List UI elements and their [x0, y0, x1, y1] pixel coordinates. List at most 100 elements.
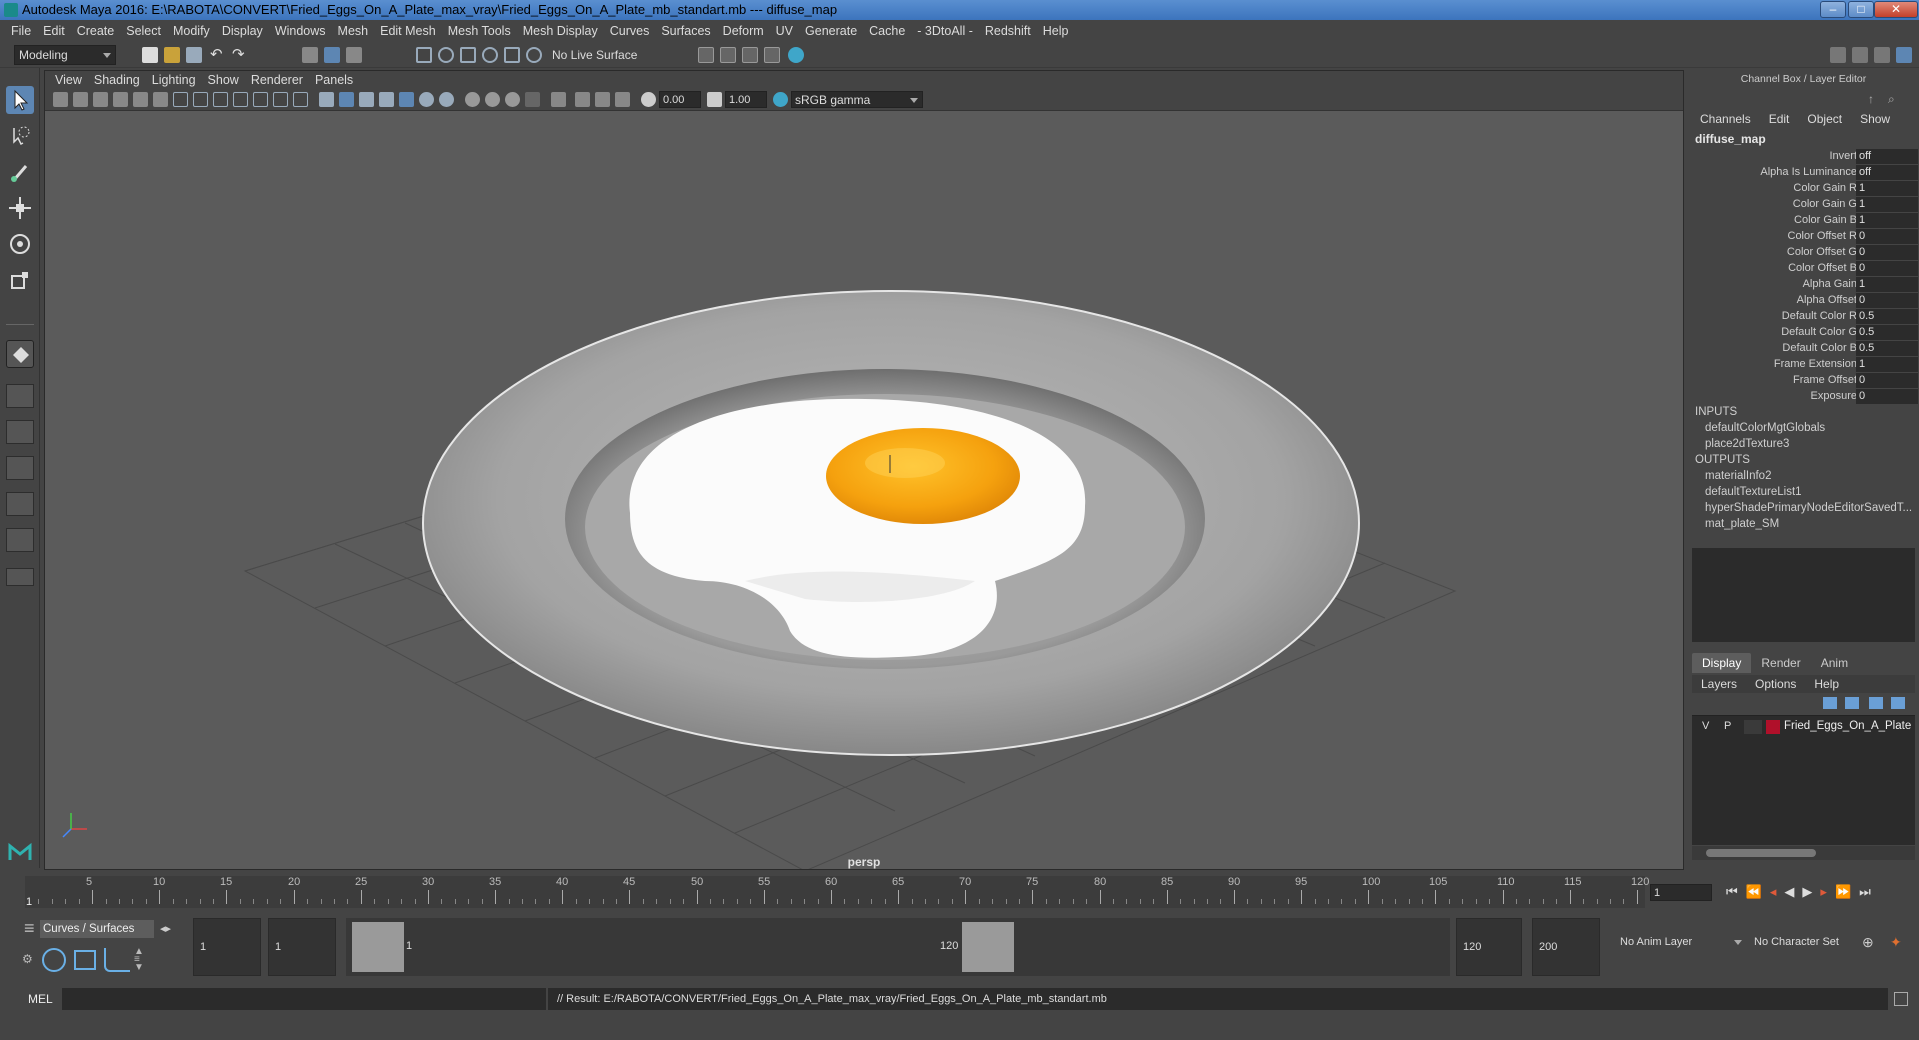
redo-icon[interactable]: ↷	[232, 47, 248, 63]
layer-playback-toggle[interactable]: P	[1724, 720, 1731, 732]
new-layer-selected-icon[interactable]	[1891, 697, 1905, 709]
filter-icon[interactable]: ↑	[1868, 92, 1882, 106]
input-node[interactable]: place2dTexture3	[1705, 438, 1789, 450]
xray-joints-icon[interactable]	[575, 92, 590, 107]
time-slider[interactable]: 5 10 15 20 25 30 35 40 45 50 55 60 65 70 75 80 85 90 95 100…	[0, 872, 1919, 914]
vp-menu-renderer[interactable]: Renderer	[251, 73, 315, 87]
color-space-dropdown[interactable]: sRGB gamma	[791, 91, 923, 108]
menu-display[interactable]: Display	[219, 24, 272, 38]
vp-menu-panels[interactable]: Panels	[315, 73, 365, 87]
le-menu-options[interactable]: Options	[1746, 675, 1805, 693]
exposure-field[interactable]: 0.00	[659, 91, 701, 108]
attr-row[interactable]: Color Gain B1	[1688, 213, 1919, 229]
layout-two-side-icon[interactable]	[6, 456, 34, 480]
attr-row[interactable]: Color Gain G1	[1688, 197, 1919, 213]
snap-curve-icon[interactable]	[438, 47, 454, 63]
node-name[interactable]: diffuse_map	[1695, 132, 1766, 146]
menu-edit-mesh[interactable]: Edit Mesh	[377, 24, 445, 38]
input-node[interactable]: defaultColorMgtGlobals	[1705, 422, 1825, 434]
menu-uv[interactable]: UV	[773, 24, 802, 38]
attr-row[interactable]: Color Offset G0	[1688, 245, 1919, 261]
isolate-select-icon[interactable]	[551, 92, 566, 107]
curve-tool-icon[interactable]	[104, 948, 130, 972]
attr-row[interactable]: Alpha Gain 1	[1688, 277, 1919, 293]
range-start-handle[interactable]	[352, 922, 404, 972]
menu-create[interactable]: Create	[74, 24, 124, 38]
output-node[interactable]: hyperShadePrimaryNodeEditorSavedT...	[1705, 502, 1912, 514]
depth-of-field-icon[interactable]	[525, 92, 540, 107]
attr-row[interactable]: Color Offset B0	[1688, 261, 1919, 277]
menu-set-dropdown[interactable]: Modeling	[14, 45, 116, 65]
attr-row[interactable]: Color Gain R1	[1688, 181, 1919, 197]
use-all-lights-icon[interactable]	[419, 92, 434, 107]
snap-live-icon[interactable]	[504, 47, 520, 63]
menu-3dtoall[interactable]: - 3DtoAll -	[914, 24, 982, 38]
attr-value[interactable]: 0.5	[1856, 309, 1918, 324]
hypershade-icon[interactable]	[788, 47, 804, 63]
camera-select-icon[interactable]	[53, 92, 68, 107]
open-scene-icon[interactable]	[164, 47, 180, 63]
rotate-tool-icon[interactable]	[6, 230, 34, 258]
select-component-icon[interactable]	[346, 47, 362, 63]
bookmark-icon[interactable]	[93, 92, 108, 107]
select-tool-icon[interactable]	[6, 86, 34, 114]
new-layer-icon[interactable]	[1869, 697, 1883, 709]
anim-layer-dropdown[interactable]: No Anim Layer	[1620, 936, 1730, 948]
attr-row[interactable]: Frame Extension 1	[1688, 357, 1919, 373]
menu-edit[interactable]: Edit	[40, 24, 74, 38]
chevron-down-icon[interactable]	[1734, 940, 1742, 945]
wireframe-icon[interactable]	[319, 92, 334, 107]
lasso-tool-icon[interactable]	[6, 122, 34, 150]
shadows-icon[interactable]	[439, 92, 454, 107]
grease-pencil-icon[interactable]	[153, 92, 168, 107]
attr-row[interactable]: Color Offset R0	[1688, 229, 1919, 245]
tool-settings-icon[interactable]	[1874, 47, 1890, 63]
menu-mesh-tools[interactable]: Mesh Tools	[445, 24, 520, 38]
auto-key-icon[interactable]: ⊕	[1862, 934, 1874, 951]
menu-icon[interactable]: ≡	[24, 919, 35, 937]
play-forward-icon[interactable]: ▶	[1802, 884, 1812, 902]
range-slider-track[interactable]: 1 120	[346, 918, 1450, 976]
attr-value[interactable]: 1	[1856, 213, 1918, 228]
vp-menu-view[interactable]: View	[55, 73, 94, 87]
camera-attributes-icon[interactable]	[73, 92, 88, 107]
attr-row[interactable]: Default Color R 0.5	[1688, 309, 1919, 325]
menu-curves[interactable]: Curves	[607, 24, 659, 38]
cb-menu-edit[interactable]: Edit	[1757, 112, 1796, 130]
anti-aliasing-icon[interactable]	[505, 92, 520, 107]
xray-active-icon[interactable]	[595, 92, 610, 107]
render-view-icon[interactable]	[698, 47, 714, 63]
time-ruler[interactable]: 5 10 15 20 25 30 35 40 45 50 55 60 65 70 75 80 85 90 95 100…	[25, 876, 1649, 908]
select-object-icon[interactable]	[324, 47, 340, 63]
render-frame-icon[interactable]	[720, 47, 736, 63]
attr-value[interactable]: 0.5	[1856, 341, 1918, 356]
play-backward-icon[interactable]: ◀	[1784, 884, 1794, 902]
textured-icon[interactable]	[399, 92, 414, 107]
menu-surfaces[interactable]: Surfaces	[658, 24, 719, 38]
wireframe-on-shaded-icon[interactable]	[359, 92, 374, 107]
le-menu-help[interactable]: Help	[1805, 675, 1848, 693]
motion-blur-icon[interactable]	[485, 92, 500, 107]
gamma-field[interactable]: 1.00	[725, 91, 767, 108]
animation-start-field[interactable]: 1	[193, 918, 261, 976]
xray-icon[interactable]	[379, 92, 394, 107]
modeling-toolkit-icon[interactable]	[1830, 47, 1846, 63]
minimize-button[interactable]: –	[1820, 1, 1846, 18]
character-set-dropdown[interactable]: No Character Set	[1754, 936, 1864, 948]
layer-visibility-toggle[interactable]: V	[1702, 720, 1709, 732]
snap-point-icon[interactable]	[460, 47, 476, 63]
attr-value[interactable]: 0	[1856, 245, 1918, 260]
nurbs-circle-icon[interactable]	[42, 948, 66, 972]
command-input[interactable]	[62, 988, 546, 1010]
menu-select[interactable]: Select	[123, 24, 170, 38]
select-hierarchy-icon[interactable]	[302, 47, 318, 63]
layout-expand-icon[interactable]	[6, 568, 34, 586]
attr-row[interactable]: Alpha Is Luminance off	[1688, 165, 1919, 181]
safe-title-icon[interactable]	[293, 92, 308, 107]
undo-icon[interactable]: ↶	[210, 47, 226, 63]
menu-redshift[interactable]: Redshift	[982, 24, 1040, 38]
backface-culling-icon[interactable]	[615, 92, 630, 107]
tab-display[interactable]: Display	[1692, 653, 1752, 673]
soft-select-icon[interactable]	[6, 340, 34, 368]
paint-select-tool-icon[interactable]	[6, 158, 34, 186]
